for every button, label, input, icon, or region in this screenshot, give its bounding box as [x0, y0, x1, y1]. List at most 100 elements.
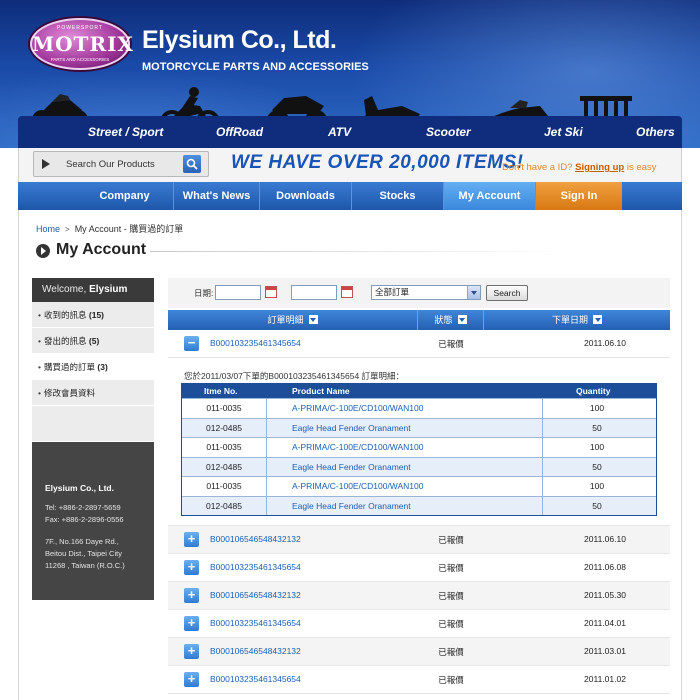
breadcrumb: Home > My Account - 購買過的訂單 — [36, 222, 183, 235]
order-id-link[interactable]: B000106546548432132 — [210, 534, 301, 544]
order-id-link[interactable]: B000103235461345654 — [210, 562, 301, 572]
category-label: Street / Sport — [88, 125, 164, 139]
line-quantity: 50 — [592, 422, 602, 433]
order-id-link[interactable]: B000103235461345654 — [210, 338, 301, 348]
category-bar: Street / Sport OffRoad ATV Scooter Jet S… — [18, 116, 682, 148]
welcome-text: Welcome, — [42, 284, 87, 295]
welcome-banner: Welcome, Elysium — [32, 278, 154, 302]
order-status: 已報價 — [438, 619, 464, 629]
sort-icon — [308, 315, 318, 324]
order-line: 012-0485 Eagle Head Fender Oranament 50 — [182, 495, 656, 516]
order-row: + B000103235461345654 已報價 2011.01.02 — [168, 666, 670, 694]
sidebar-item-count: (15) — [88, 310, 105, 320]
nav-company[interactable]: Company — [76, 182, 174, 210]
expand-icon[interactable]: + — [184, 672, 199, 687]
order-id-link[interactable]: B000106546548432132 — [210, 590, 301, 600]
category-atv[interactable]: ATV — [328, 116, 368, 148]
main-nav: Company What's News Downloads Stocks My … — [18, 182, 682, 210]
signup-link[interactable]: Signing up — [575, 162, 624, 173]
order-id-link[interactable]: B000103235461345654 — [210, 618, 301, 628]
sidebar-item-count: (3) — [97, 362, 108, 372]
expand-icon[interactable]: + — [184, 532, 199, 547]
breadcrumb-home[interactable]: Home — [36, 224, 60, 234]
nav-whats-news[interactable]: What's News — [174, 182, 260, 210]
signup-prompt: Don't have a ID? Signing up is easy — [502, 162, 656, 173]
order-row: + B000106546548432132 已報價 2011.05.30 — [168, 582, 670, 610]
promo-banner: WE HAVE OVER 20,000 ITEMS! — [231, 152, 524, 173]
order-line: 011-0035 A-PRIMA/C-100E/CD100/WAN100 100 — [182, 476, 656, 496]
sidebar-item-inbox[interactable]: 收到的訊息 (15) — [32, 302, 154, 328]
category-scooter[interactable]: Scooter — [426, 116, 486, 148]
line-quantity: 100 — [589, 403, 605, 413]
date-to-input[interactable] — [291, 285, 337, 300]
sidebar-item-count: (5) — [88, 336, 100, 346]
expand-icon[interactable]: + — [184, 644, 199, 659]
sidebar-item-profile[interactable]: 修改會員資料 — [32, 380, 154, 406]
search-input[interactable] — [66, 156, 184, 172]
order-id-link[interactable]: B000103235461345654 — [210, 674, 301, 684]
sort-icon — [457, 315, 467, 324]
sidebar-item-label: 購買過的訂單 — [44, 362, 96, 372]
nav-downloads[interactable]: Downloads — [260, 182, 352, 210]
orders-header: 訂單明細 狀態 下單日期 — [168, 310, 670, 330]
order-id-link[interactable]: B000106546548432132 — [210, 646, 301, 656]
sidebar-item-sent[interactable]: 發出的訊息 (5) — [32, 328, 154, 354]
order-filter: 日期: ~ 全部訂單 Search — [168, 278, 670, 308]
search-icon — [186, 158, 198, 170]
contact-address: 7F., No.166 Daye Rd., — [45, 537, 119, 546]
welcome-user: Elysium — [89, 284, 128, 295]
company-name: Elysium Co., Ltd. — [142, 26, 337, 54]
column-quantity: Quantity — [576, 386, 611, 396]
expand-icon[interactable]: + — [184, 588, 199, 603]
line-product-link[interactable]: A-PRIMA/C-100E/CD100/WAN100 — [292, 399, 423, 418]
order-line: 011-0035 A-PRIMA/C-100E/CD100/WAN100 100 — [182, 437, 656, 457]
header-date[interactable]: 下單日期 — [484, 310, 670, 330]
sidebar-item-label: 修改會員資料 — [44, 388, 96, 398]
expand-icon[interactable]: + — [184, 560, 199, 575]
play-circle-icon — [36, 244, 50, 258]
line-item-no: 011-0035 — [206, 442, 242, 452]
category-label: Scooter — [426, 125, 471, 139]
order-status: 已報價 — [438, 339, 464, 349]
collapse-icon[interactable]: − — [184, 336, 199, 351]
column-product-name: Product Name — [292, 386, 350, 396]
line-product-link[interactable]: Eagle Head Fender Oranament — [292, 419, 411, 438]
search-button[interactable] — [183, 155, 201, 173]
header-status[interactable]: 狀態 — [418, 310, 484, 330]
signup-suffix: is easy — [626, 162, 657, 173]
line-product-link[interactable]: A-PRIMA/C-100E/CD100/WAN100 — [292, 477, 423, 496]
contact-fax: Fax: +886-2-2896-0556 — [45, 515, 124, 524]
expand-icon[interactable]: + — [184, 616, 199, 631]
column-item-no: Itme No. — [204, 386, 238, 396]
contact-tel: Tel: +886-2-2897-5659 — [45, 503, 121, 512]
signup-text: Don't have a ID? — [502, 162, 573, 173]
sidebar-item-orders[interactable]: 購買過的訂單 (3) — [32, 354, 154, 380]
category-street-sport[interactable]: Street / Sport — [88, 116, 168, 148]
category-offroad[interactable]: OffRoad — [216, 116, 276, 148]
nav-my-account[interactable]: My Account — [444, 182, 536, 210]
line-product-link[interactable]: Eagle Head Fender Oranament — [292, 497, 411, 516]
sidebar-item-label: 收到的訊息 — [44, 310, 87, 320]
nav-sign-in[interactable]: Sign In — [536, 182, 622, 210]
line-product-link[interactable]: Eagle Head Fender Oranament — [292, 458, 411, 477]
calendar-icon[interactable] — [341, 286, 353, 298]
search-box — [33, 151, 209, 177]
motrix-logo[interactable]: POWERSPORT MOTRIX PARTS AND ACCESSORIES — [30, 18, 133, 70]
line-product-link[interactable]: A-PRIMA/C-100E/CD100/WAN100 — [292, 438, 423, 457]
order-line: 012-0485 Eagle Head Fender Oranament 50 — [182, 417, 656, 438]
category-jet-ski[interactable]: Jet Ski — [544, 116, 594, 148]
order-type-select[interactable]: 全部訂單 — [371, 285, 481, 300]
order-date: 2011.04.01 — [584, 618, 626, 628]
nav-stocks[interactable]: Stocks — [352, 182, 444, 210]
filter-search-button[interactable]: Search — [486, 285, 528, 301]
calendar-icon[interactable] — [265, 286, 277, 298]
account-sidebar: Welcome, Elysium 收到的訊息 (15) 發出的訊息 (5) 購買… — [32, 278, 154, 600]
order-row: + B000106546548432132 已報價 2011.03.01 — [168, 638, 670, 666]
category-others[interactable]: Others — [636, 116, 682, 148]
line-item-no: 011-0035 — [206, 481, 242, 491]
header-label: 狀態 — [434, 315, 453, 325]
order-status: 已報價 — [438, 535, 464, 545]
date-from-input[interactable] — [215, 285, 261, 300]
header-order[interactable]: 訂單明細 — [168, 310, 418, 330]
order-row: + B000103235461345654 已報價 2011.06.08 — [168, 554, 670, 582]
